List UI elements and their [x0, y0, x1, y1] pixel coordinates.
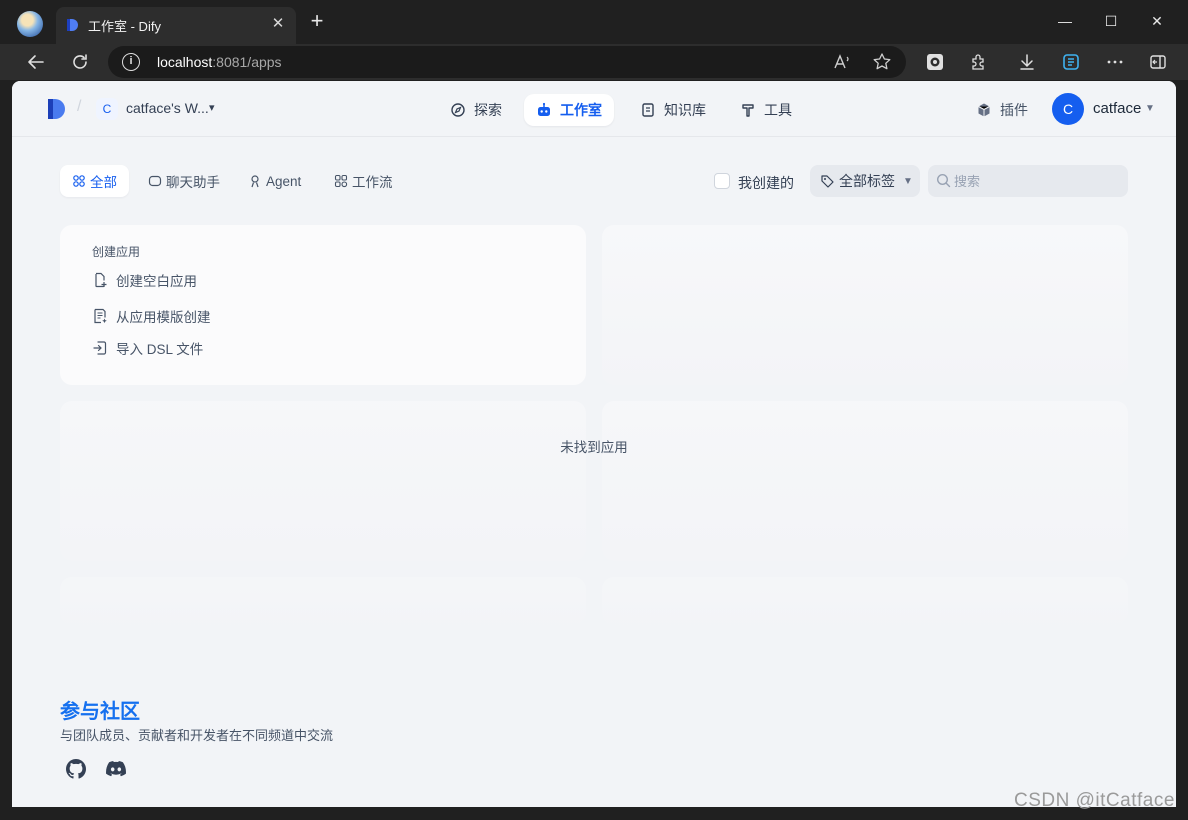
- profile-avatar-icon[interactable]: [17, 11, 43, 37]
- app-card-placeholder: [602, 577, 1128, 625]
- search-input[interactable]: [954, 165, 1122, 197]
- agent-icon: [251, 175, 259, 188]
- template-icon: [94, 308, 107, 324]
- import-dsl-label: 导入 DSL 文件: [116, 342, 204, 357]
- filter-tab-workflow-label: 工作流: [352, 175, 393, 190]
- filter-tab-agent-label: Agent: [266, 173, 302, 189]
- browser-tab-title: 工作室 - Dify: [88, 19, 161, 34]
- create-app-card: 创建应用 创建空白应用 从应用模版创建 导入 DSL 文件: [60, 225, 586, 385]
- compass-icon: [451, 103, 465, 117]
- grid-icon: [73, 175, 85, 187]
- app-card-placeholder: [60, 401, 586, 561]
- extensions-puzzle-icon[interactable]: [967, 50, 991, 74]
- discord-icon[interactable]: [104, 757, 128, 781]
- browser-toolbar: i localhost:8081/apps: [0, 44, 1188, 80]
- read-aloud-icon[interactable]: [830, 50, 854, 74]
- create-app-title: 创建应用: [92, 245, 141, 259]
- filter-tab-agent[interactable]: Agent: [236, 165, 313, 197]
- tab-close-icon[interactable]: ✕: [268, 14, 288, 34]
- file-plus-icon: [95, 272, 107, 288]
- tag-icon: [821, 174, 834, 188]
- created-by-me-label[interactable]: 我创建的: [738, 173, 794, 193]
- back-arrow-icon[interactable]: [24, 50, 48, 74]
- nav-tools-label: 工具: [764, 102, 792, 118]
- chat-bubble-icon: [148, 175, 162, 187]
- filter-tab-workflow[interactable]: 工作流: [322, 165, 405, 197]
- nav-tools[interactable]: 工具: [728, 94, 804, 126]
- app-header: / C catface's W... ▾ 探索 工作室 知识库 工具 插件 C …: [12, 81, 1176, 137]
- chevron-down-icon: ▼: [903, 175, 913, 187]
- robot-icon: [538, 102, 550, 116]
- chevron-down-icon[interactable]: ▾: [209, 101, 215, 114]
- hammer-icon: [742, 104, 754, 117]
- plugins-label: 插件: [1000, 102, 1028, 118]
- workflow-icon: [334, 174, 348, 188]
- sidebar-toggle-icon[interactable]: [1146, 50, 1170, 74]
- create-blank-app-label: 创建空白应用: [116, 274, 197, 289]
- window-minimize-button[interactable]: —: [1052, 10, 1078, 32]
- chevron-down-icon[interactable]: ▼: [1145, 103, 1155, 114]
- tags-filter-label: 全部标签: [839, 173, 895, 189]
- book-icon: [642, 103, 654, 117]
- nav-explore-label: 探索: [474, 102, 502, 118]
- create-from-template-button[interactable]: 从应用模版创建: [92, 304, 211, 328]
- reload-icon[interactable]: [68, 50, 92, 74]
- github-icon[interactable]: [64, 757, 88, 781]
- nav-knowledge-label: 知识库: [664, 102, 706, 118]
- workspace-name[interactable]: catface's W...: [126, 100, 209, 116]
- community-title: 参与社区: [60, 701, 140, 723]
- dify-logo-icon[interactable]: [45, 98, 67, 120]
- favorite-star-icon[interactable]: [870, 50, 894, 74]
- browser-tab-active[interactable]: 工作室 - Dify ✕: [56, 7, 296, 44]
- empty-state-text: 未找到应用: [560, 440, 628, 455]
- browser-tabbar: 工作室 - Dify ✕ + — ☐ ✕: [0, 0, 1188, 44]
- search-icon: [936, 173, 951, 188]
- address-bar[interactable]: i localhost:8081/apps: [108, 46, 906, 78]
- nav-knowledge[interactable]: 知识库: [628, 94, 718, 126]
- created-by-me-checkbox[interactable]: [714, 173, 730, 189]
- user-name[interactable]: catface: [1093, 100, 1141, 117]
- community-description: 与团队成员、贡献者和开发者在不同频道中交流: [60, 728, 334, 743]
- url-host: localhost: [157, 54, 213, 70]
- filter-tab-all-label: 全部: [90, 175, 117, 190]
- nav-studio-label: 工作室: [560, 102, 602, 118]
- address-url: localhost:8081/apps: [157, 54, 282, 70]
- site-info-icon[interactable]: i: [122, 53, 140, 71]
- app-card-placeholder: [602, 401, 1128, 561]
- app-card-placeholder: [60, 577, 586, 625]
- window-maximize-button[interactable]: ☐: [1098, 10, 1124, 32]
- app-viewport: / C catface's W... ▾ 探索 工作室 知识库 工具 插件 C …: [12, 81, 1176, 807]
- new-tab-button[interactable]: +: [306, 10, 328, 33]
- cube-icon: [978, 103, 990, 117]
- dify-favicon-icon: [67, 19, 78, 31]
- more-menu-icon[interactable]: [1103, 50, 1127, 74]
- search-box[interactable]: [928, 165, 1128, 197]
- nav-studio[interactable]: 工作室: [524, 94, 614, 126]
- screenshot-extension-icon[interactable]: [923, 50, 947, 74]
- create-from-template-label: 从应用模版创建: [116, 310, 211, 325]
- import-dsl-button[interactable]: 导入 DSL 文件: [92, 336, 203, 360]
- workspace-avatar[interactable]: C: [96, 98, 118, 120]
- edge-collections-icon[interactable]: [1059, 50, 1083, 74]
- url-path: :8081/apps: [212, 54, 282, 70]
- user-avatar[interactable]: C: [1052, 93, 1084, 125]
- breadcrumb-separator: /: [77, 98, 82, 115]
- filter-tab-chat[interactable]: 聊天助手: [136, 165, 232, 197]
- plugins-button[interactable]: 插件: [976, 100, 1028, 120]
- tags-filter-button[interactable]: 全部标签 ▼: [810, 165, 920, 197]
- nav-explore[interactable]: 探索: [438, 94, 514, 126]
- import-icon: [93, 341, 107, 355]
- filter-tab-all[interactable]: 全部: [60, 165, 129, 197]
- filter-tab-chat-label: 聊天助手: [166, 175, 220, 190]
- window-close-button[interactable]: ✕: [1144, 10, 1170, 32]
- downloads-icon[interactable]: [1015, 50, 1039, 74]
- create-blank-app-button[interactable]: 创建空白应用: [92, 268, 197, 292]
- app-card-placeholder: [602, 225, 1128, 385]
- watermark-text: CSDN @itCatface: [1014, 790, 1175, 811]
